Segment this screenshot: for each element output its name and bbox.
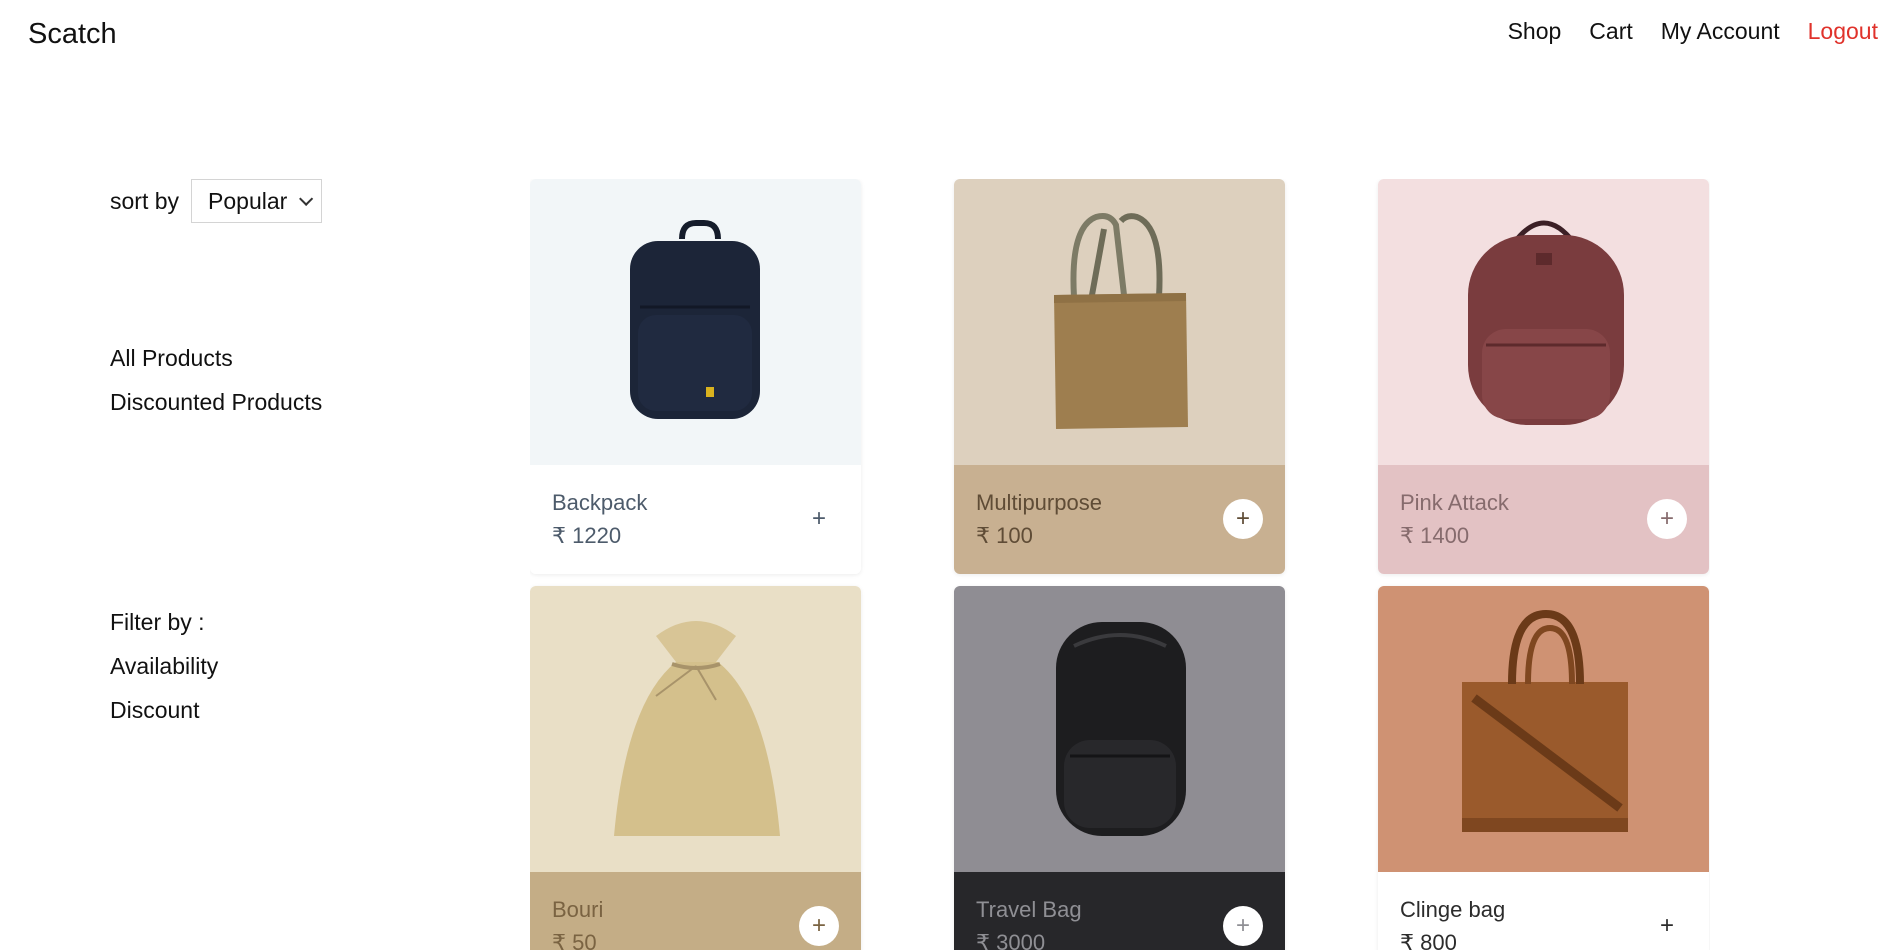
filter-list: Filter by : Availability Discount	[110, 600, 218, 732]
add-to-cart-button[interactable]: +	[799, 499, 839, 539]
product-image-area	[954, 586, 1285, 872]
category-all-products[interactable]: All Products	[110, 336, 322, 380]
product-info: Backpack ₹ 1220 +	[530, 465, 861, 574]
product-card[interactable]: Bouri ₹ 50 +	[530, 586, 861, 950]
sort-select[interactable]: Popular	[191, 179, 323, 223]
jute-pouch-image	[614, 621, 780, 836]
brand-logo[interactable]: Scatch	[28, 18, 117, 51]
filter-discount[interactable]: Discount	[110, 688, 218, 732]
add-to-cart-button[interactable]: +	[799, 906, 839, 946]
add-to-cart-button[interactable]: +	[1223, 499, 1263, 539]
product-name: Clinge bag	[1400, 897, 1506, 922]
product-name: Bouri	[552, 897, 604, 922]
product-card[interactable]: Travel Bag ₹ 3000 +	[954, 586, 1285, 950]
product-card[interactable]: Clinge bag ₹ 800 +	[1378, 586, 1709, 950]
product-image-area	[1378, 179, 1709, 465]
leather-duffel-image	[1462, 609, 1628, 832]
product-image-area	[530, 586, 861, 872]
product-info: Travel Bag ₹ 3000 +	[954, 872, 1285, 950]
product-price: ₹ 1220	[552, 523, 622, 548]
sort-panel: sort by Popular	[110, 178, 410, 224]
category-discounted-products[interactable]: Discounted Products	[110, 380, 322, 424]
product-price: ₹ 100	[976, 523, 1033, 548]
leather-backpack-image	[1468, 220, 1624, 425]
backpack-image	[630, 220, 760, 419]
product-price: ₹ 50	[552, 930, 597, 950]
nav-menu: Shop Cart My Account Logout	[1508, 18, 1878, 45]
top-nav: Scatch Shop Cart My Account Logout	[0, 0, 1897, 68]
product-image-area	[954, 179, 1285, 465]
sort-select-value: Popular	[208, 187, 288, 214]
product-card[interactable]: Multipurpose ₹ 100 +	[954, 179, 1285, 574]
product-name: Travel Bag	[976, 897, 1082, 922]
category-list: All Products Discounted Products	[110, 336, 322, 424]
product-info: Multipurpose ₹ 100 +	[954, 465, 1285, 574]
product-image-area	[530, 179, 861, 465]
add-to-cart-button[interactable]: +	[1647, 906, 1687, 946]
add-to-cart-button[interactable]: +	[1647, 499, 1687, 539]
nav-my-account-link[interactable]: My Account	[1661, 18, 1780, 45]
product-price: ₹ 800	[1400, 930, 1457, 950]
tote-bag-image	[1054, 213, 1188, 429]
product-name: Pink Attack	[1400, 490, 1509, 515]
black-backpack-image	[1056, 622, 1186, 836]
product-info: Bouri ₹ 50 +	[530, 872, 861, 950]
product-card[interactable]: Pink Attack ₹ 1400 +	[1378, 179, 1709, 574]
nav-logout-link[interactable]: Logout	[1808, 18, 1878, 45]
product-info: Clinge bag ₹ 800 +	[1378, 872, 1709, 950]
product-card[interactable]: Backpack ₹ 1220 +	[530, 179, 861, 574]
sort-row: sort by Popular	[110, 178, 410, 224]
product-grid: Backpack ₹ 1220 + Multipurpose ₹ 100 + P…	[530, 179, 1710, 950]
filter-heading: Filter by :	[110, 609, 205, 635]
product-name: Multipurpose	[976, 490, 1102, 515]
nav-shop-link[interactable]: Shop	[1508, 18, 1562, 45]
product-price: ₹ 3000	[976, 930, 1046, 950]
product-price: ₹ 1400	[1400, 523, 1470, 548]
product-name: Backpack	[552, 490, 648, 515]
product-info: Pink Attack ₹ 1400 +	[1378, 465, 1709, 574]
product-image-area	[1378, 586, 1709, 872]
add-to-cart-button[interactable]: +	[1223, 906, 1263, 946]
sort-label: sort by	[110, 187, 180, 214]
filter-availability[interactable]: Availability	[110, 644, 218, 688]
chevron-down-icon	[299, 191, 314, 206]
nav-cart-link[interactable]: Cart	[1589, 18, 1632, 45]
